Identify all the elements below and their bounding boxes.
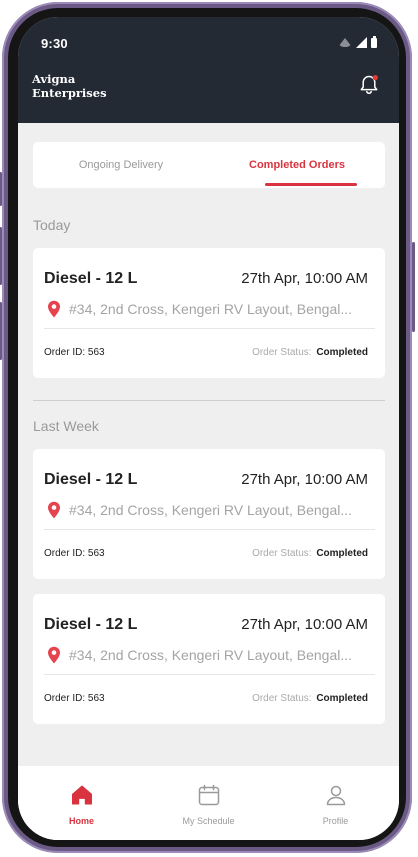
section-divider [33, 400, 385, 401]
card-divider [44, 328, 375, 329]
order-product: Diesel - 12 L [44, 471, 138, 488]
order-status-value: Completed [316, 693, 368, 704]
order-datetime: 27th Apr, 10:00 AM [241, 270, 368, 287]
nav-item-home[interactable]: Home [18, 766, 145, 840]
tab-ongoing-delivery[interactable]: Ongoing Delivery [33, 142, 209, 188]
order-product: Diesel - 12 L [44, 616, 138, 633]
side-button [0, 227, 2, 285]
section-label-today: Today [33, 217, 71, 233]
battery-icon [371, 36, 377, 48]
order-status-label: Order Status: [252, 347, 312, 358]
order-address: #34, 2nd Cross, Kengeri RV Layout, Benga… [69, 647, 353, 663]
order-id: Order ID: 563 [44, 347, 105, 358]
location-pin-icon [48, 501, 60, 519]
nav-item-profile[interactable]: Profile [272, 766, 399, 840]
nav-label-my-schedule: My Schedule [182, 816, 235, 826]
section-label-last-week: Last Week [33, 418, 99, 434]
side-button [0, 302, 2, 360]
order-id: Order ID: 563 [44, 693, 105, 704]
order-status: Order Status: Completed [252, 548, 368, 559]
order-product: Diesel - 12 L [44, 270, 138, 287]
status-icons [338, 36, 377, 48]
side-button [0, 172, 2, 206]
order-status-label: Order Status: [252, 548, 312, 559]
order-card[interactable]: Diesel - 12 L 27th Apr, 10:00 AM #34, 2n… [33, 248, 385, 378]
order-status: Order Status: Completed [252, 347, 368, 358]
card-divider [44, 529, 375, 530]
brand-name: Avigna Enterprises [32, 72, 107, 100]
home-icon [71, 785, 92, 805]
order-id: Order ID: 563 [44, 548, 105, 559]
order-status-label: Order Status: [252, 693, 312, 704]
nav-label-home: Home [68, 816, 94, 826]
nav-label-profile: Profile [322, 816, 349, 826]
signal-icon [356, 37, 367, 48]
order-address: #34, 2nd Cross, Kengeri RV Layout, Benga… [69, 502, 353, 518]
app-screen: 9:30 Avigna Enterprises Ongoing Delivery… [18, 17, 399, 840]
order-card[interactable]: Diesel - 12 L 27th Apr, 10:00 AM #34, 2n… [33, 449, 385, 579]
wifi-icon [338, 38, 352, 47]
order-status: Order Status: Completed [252, 693, 368, 704]
nav-item-my-schedule[interactable]: My Schedule [145, 766, 272, 840]
side-button [412, 242, 415, 332]
user-icon [326, 785, 345, 806]
order-card[interactable]: Diesel - 12 L 27th Apr, 10:00 AM #34, 2n… [33, 594, 385, 724]
order-datetime: 27th Apr, 10:00 AM [241, 616, 368, 633]
bell-icon[interactable] [357, 73, 381, 97]
app-header: 9:30 Avigna Enterprises [18, 17, 399, 123]
order-tabs: Ongoing Delivery Completed Orders [33, 142, 385, 188]
location-pin-icon [48, 300, 60, 318]
location-pin-icon [48, 646, 60, 664]
bottom-navigation: Home My Schedule Profile [18, 766, 399, 840]
order-datetime: 27th Apr, 10:00 AM [241, 471, 368, 488]
order-address: #34, 2nd Cross, Kengeri RV Layout, Benga… [69, 301, 353, 317]
order-status-value: Completed [316, 548, 368, 559]
tab-completed-orders[interactable]: Completed Orders [209, 142, 385, 188]
card-divider [44, 674, 375, 675]
order-status-value: Completed [316, 347, 368, 358]
calendar-icon [198, 784, 219, 806]
status-time: 9:30 [41, 36, 68, 51]
active-tab-indicator [265, 183, 357, 186]
